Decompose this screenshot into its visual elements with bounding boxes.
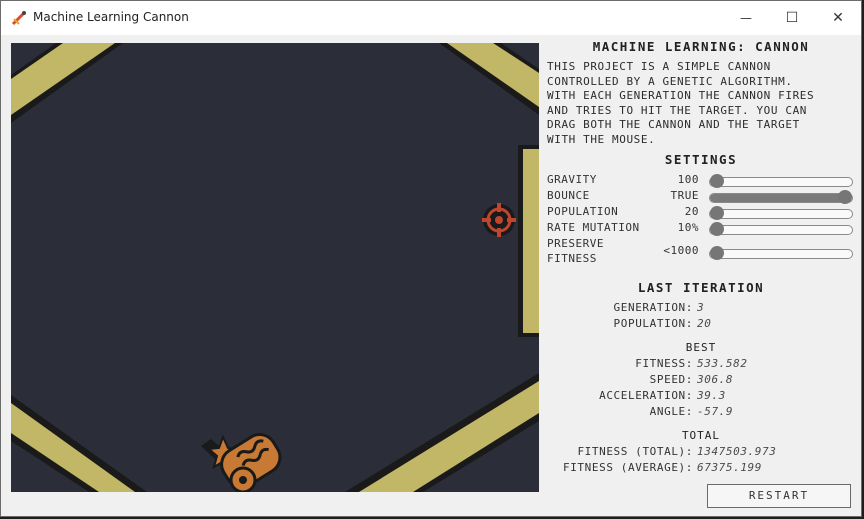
stat-label: FITNESS: <box>635 357 693 370</box>
setting-value: TRUE <box>670 189 699 202</box>
setting-value: <1000 <box>663 244 699 257</box>
setting-label: GRAVITY <box>547 173 597 186</box>
stat-label: GENERATION: <box>613 301 693 314</box>
game-canvas[interactable] <box>11 43 539 492</box>
target-icon[interactable] <box>482 203 516 237</box>
stat-value: -57.9 <box>697 405 734 418</box>
close-icon: ✕ <box>832 10 844 26</box>
stat-value: 67375.199 <box>697 461 763 474</box>
side-panel: MACHINE LEARNING: CANNON THIS PROJECT IS… <box>545 37 857 511</box>
maximize-icon: ☐ <box>785 10 799 26</box>
minimize-button[interactable]: — <box>723 1 769 35</box>
stat-value: 20 <box>697 317 712 330</box>
wall-top-left <box>11 43 123 123</box>
maximize-button[interactable]: ☐ <box>769 1 815 35</box>
stat-label: FITNESS (TOTAL): <box>577 445 693 458</box>
slider-knob[interactable] <box>838 190 852 204</box>
slider-fill <box>710 194 845 202</box>
last-iteration-heading: LAST ITERATION <box>637 280 765 295</box>
rate-mutation-slider[interactable] <box>709 222 853 236</box>
description-line: CONTROLLED BY A GENETIC ALGORITHM. <box>547 75 793 88</box>
setting-label: FITNESS <box>547 252 597 265</box>
gravity-slider[interactable] <box>709 174 853 188</box>
best-heading: BEST <box>685 341 717 354</box>
total-heading: TOTAL <box>681 429 721 442</box>
stat-label: SPEED: <box>649 373 693 386</box>
description-line: AND TRIES TO HIT THE TARGET. YOU CAN <box>547 104 808 117</box>
slider-knob[interactable] <box>710 206 724 220</box>
preserve-fitness-slider[interactable] <box>709 246 853 260</box>
slider-knob[interactable] <box>710 174 724 188</box>
setting-label: BOUNCE <box>547 189 590 202</box>
cannon-icon[interactable] <box>201 428 286 492</box>
description-line: DRAG BOTH THE CANNON AND THE TARGET <box>547 118 800 131</box>
stat-value: 39.3 <box>697 389 726 402</box>
stat-label: POPULATION: <box>613 317 693 330</box>
panel-title: MACHINE LEARNING: CANNON <box>592 39 810 54</box>
setting-value: 100 <box>677 173 699 186</box>
stat-label: ANGLE: <box>649 405 693 418</box>
setting-label: PRESERVE <box>547 237 604 250</box>
setting-label: POPULATION <box>547 205 619 218</box>
description-line: WITH EACH GENERATION THE CANNON FIRES <box>547 89 815 102</box>
stat-label: FITNESS (AVERAGE): <box>562 461 693 474</box>
app-icon <box>11 11 26 26</box>
bounce-slider[interactable] <box>709 190 853 204</box>
app-window: Machine Learning Cannon — ☐ ✕ MACHINE LE… <box>0 0 862 517</box>
wall-top-right <box>439 43 539 115</box>
slider-knob[interactable] <box>710 246 724 260</box>
game-scene <box>11 43 539 492</box>
stat-value: 3 <box>697 301 705 314</box>
title-bar[interactable]: Machine Learning Cannon — ☐ ✕ <box>1 1 861 35</box>
stat-label: ACCELERATION: <box>599 389 693 402</box>
stat-value: 306.8 <box>697 373 734 386</box>
description-line: THIS PROJECT IS A SIMPLE CANNON <box>547 60 771 73</box>
stat-value: 533.582 <box>697 357 748 370</box>
setting-label: RATE MUTATION <box>547 221 640 234</box>
wall-bottom-right <box>345 373 539 492</box>
slider-knob[interactable] <box>710 222 724 236</box>
description-line: WITH THE MOUSE. <box>547 133 656 146</box>
window-title: Machine Learning Cannon <box>33 10 189 24</box>
minimize-icon: — <box>740 11 752 25</box>
wall-right <box>518 145 539 337</box>
setting-value: 20 <box>684 205 699 218</box>
settings-heading: SETTINGS <box>664 152 738 167</box>
wall-bottom-left <box>11 395 147 492</box>
stat-value: 1347503.973 <box>697 445 777 458</box>
setting-value: 10% <box>677 221 699 234</box>
restart-button[interactable]: RESTART <box>707 484 851 508</box>
close-button[interactable]: ✕ <box>815 1 861 35</box>
population-slider[interactable] <box>709 206 853 220</box>
